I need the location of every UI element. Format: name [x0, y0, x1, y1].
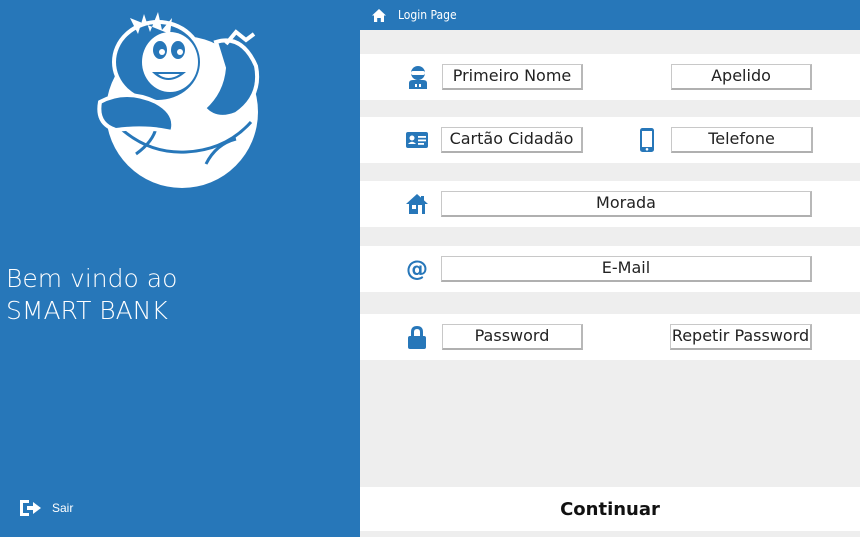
- phone-field[interactable]: Telefone: [671, 127, 813, 153]
- sign-out-icon: [20, 500, 41, 516]
- lock-icon: [404, 323, 430, 351]
- page-title: Login Page: [398, 8, 457, 22]
- home-icon[interactable]: [371, 8, 387, 23]
- bottom-strip: [360, 531, 860, 537]
- id-card-icon: [404, 126, 430, 154]
- sidebar: Bem vindo ao SMART BANK Sair: [0, 0, 360, 537]
- citizen-card-field[interactable]: Cartão Cidadão: [441, 127, 583, 153]
- svg-text:@: @: [406, 257, 428, 281]
- exit-label: Sair: [52, 501, 74, 515]
- last-name-field[interactable]: Apelido: [671, 64, 812, 90]
- address-row: Morada: [360, 181, 860, 227]
- at-sign-icon: @: [404, 255, 430, 283]
- first-name-field[interactable]: Primeiro Nome: [442, 64, 583, 90]
- exit-button[interactable]: Sair: [18, 497, 73, 519]
- continue-button[interactable]: Continuar: [360, 487, 860, 531]
- user-icon: [405, 63, 431, 91]
- bank-mascot-logo: [97, 12, 259, 188]
- repeat-password-field[interactable]: Repetir Password: [670, 324, 812, 350]
- password-field[interactable]: Password: [442, 324, 583, 350]
- password-row: Password Repetir Password: [360, 314, 860, 360]
- address-field[interactable]: Morada: [441, 191, 812, 217]
- welcome-line-1: Bem vindo ao: [6, 264, 178, 293]
- continue-label: Continuar: [560, 498, 660, 520]
- header-bar: Login Page: [360, 0, 860, 30]
- mobile-phone-icon: [634, 126, 660, 154]
- welcome-message: Bem vindo ao SMART BANK: [6, 263, 177, 327]
- house-icon: [404, 190, 430, 218]
- email-field[interactable]: E-Mail: [441, 256, 812, 282]
- id-phone-row: Cartão Cidadão Telefone: [360, 117, 860, 163]
- main-panel: Login Page Primeiro Nome Apelido Cartão …: [360, 0, 860, 537]
- welcome-line-2: SMART BANK: [6, 296, 168, 325]
- email-row: @ E-Mail: [360, 246, 860, 292]
- name-row: Primeiro Nome Apelido: [360, 54, 860, 100]
